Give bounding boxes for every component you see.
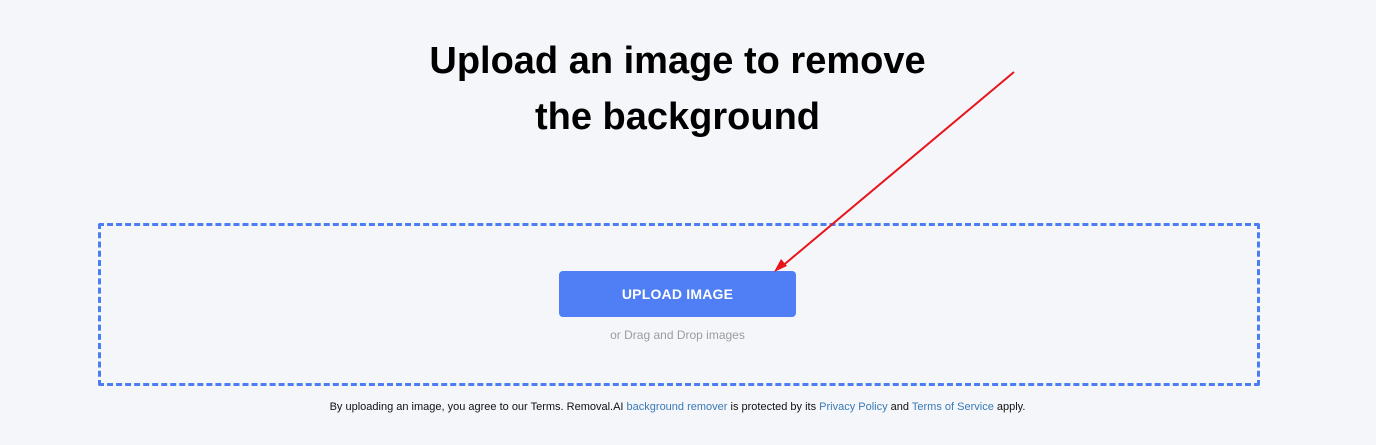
terms-notice: By uploading an image, you agree to our …	[0, 401, 1355, 413]
privacy-policy-link[interactable]: Privacy Policy	[819, 401, 887, 413]
terms-of-service-link[interactable]: Terms of Service	[912, 401, 994, 413]
upload-page: Upload an image to remove the background…	[0, 0, 1376, 445]
terms-text-after: apply.	[993, 401, 1026, 413]
terms-text-middle: is protected by its	[727, 401, 820, 413]
terms-text-before: By uploading an image, you agree to our …	[329, 401, 627, 413]
page-title-line-2: the background	[534, 96, 821, 138]
background-remover-link[interactable]: background remover	[627, 401, 728, 413]
terms-text-and: and	[887, 401, 912, 413]
page-title: Upload an image to remove the background	[0, 33, 1355, 145]
upload-image-button[interactable]: UPLOAD IMAGE	[559, 271, 796, 317]
page-title-line-1: Upload an image to remove	[429, 40, 926, 82]
drag-and-drop-hint: or Drag and Drop images	[610, 328, 745, 342]
